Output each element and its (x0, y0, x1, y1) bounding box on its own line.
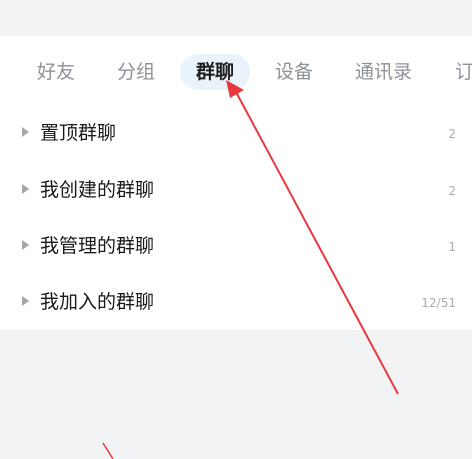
group-count: 2 (448, 184, 456, 198)
group-row-pinned[interactable]: 置顶群聊 2 (0, 106, 472, 162)
tab-subscriptions[interactable]: 订 (455, 54, 472, 90)
tab-address-book[interactable]: 通讯录 (355, 54, 412, 90)
tab-friends[interactable]: 好友 (37, 54, 75, 90)
annotation-arrow-tail (102, 442, 114, 459)
contacts-tab-bar: 好友 分组 群聊 设备 通讯录 订 (0, 36, 472, 106)
tab-groups-category[interactable]: 分组 (117, 54, 155, 90)
group-count: 12/51 (421, 296, 456, 310)
group-row-joined[interactable]: 我加入的群聊 12/51 (0, 275, 472, 331)
group-label: 我加入的群聊 (40, 291, 155, 313)
top-blank-area (0, 0, 472, 36)
tab-devices[interactable]: 设备 (275, 54, 313, 90)
group-label: 置顶群聊 (40, 122, 117, 144)
caret-right-icon (22, 240, 29, 250)
group-count: 1 (448, 240, 456, 254)
group-row-managed[interactable]: 我管理的群聊 1 (0, 219, 472, 275)
group-label: 我管理的群聊 (40, 235, 155, 257)
group-count: 2 (448, 127, 456, 141)
caret-right-icon (22, 127, 29, 137)
caret-right-icon (22, 296, 29, 306)
tab-group-chats[interactable]: 群聊 (180, 54, 251, 90)
contacts-panel: 好友 分组 群聊 设备 通讯录 订 置顶群聊 2 我创建的群聊 2 我管理的群聊… (0, 36, 472, 330)
caret-right-icon (22, 184, 29, 194)
group-row-created[interactable]: 我创建的群聊 2 (0, 163, 472, 219)
group-label: 我创建的群聊 (40, 179, 155, 201)
